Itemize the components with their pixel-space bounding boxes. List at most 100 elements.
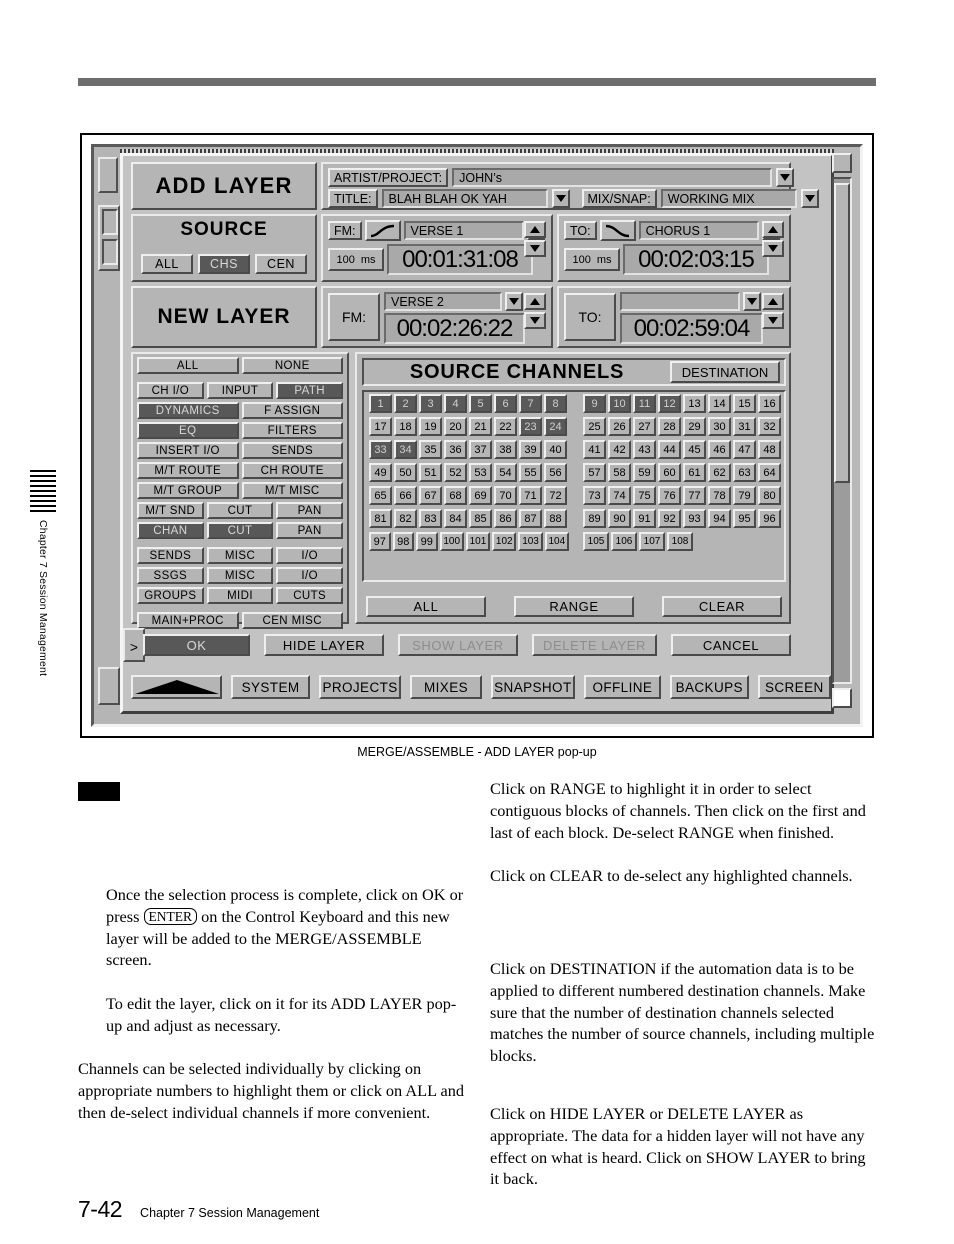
new-layer-from-cue[interactable]: VERSE 2 [384, 292, 502, 311]
source-to-cue[interactable]: CHORUS 1 [638, 221, 759, 240]
channel-button-12[interactable]: 12 [658, 394, 681, 413]
channel-button-25[interactable]: 25 [583, 417, 606, 436]
channel-button-28[interactable]: 28 [658, 417, 681, 436]
automation-type-filters[interactable]: FILTERS [241, 422, 343, 439]
channel-button-53[interactable]: 53 [469, 463, 492, 482]
channel-button-36[interactable]: 36 [444, 440, 467, 459]
automation-type-cuts[interactable]: CUTS [276, 587, 344, 604]
channel-button-95[interactable]: 95 [733, 509, 756, 528]
channel-button-19[interactable]: 19 [419, 417, 442, 436]
channel-button-66[interactable]: 66 [394, 486, 417, 505]
channel-button-104[interactable]: 104 [544, 532, 569, 551]
automation-type-main-proc[interactable]: MAIN+PROC [137, 612, 239, 629]
channel-button-32[interactable]: 32 [758, 417, 781, 436]
scrollbar-thumb[interactable] [834, 183, 850, 483]
channel-button-29[interactable]: 29 [683, 417, 706, 436]
automation-type-m-t-misc[interactable]: M/T MISC [241, 482, 343, 499]
channel-button-68[interactable]: 68 [444, 486, 467, 505]
channel-button-105[interactable]: 105 [583, 532, 609, 551]
automation-type-none[interactable]: NONE [241, 357, 343, 374]
channel-button-38[interactable]: 38 [494, 440, 517, 459]
channel-button-106[interactable]: 106 [611, 532, 637, 551]
source-mode-all[interactable]: ALL [141, 254, 193, 274]
channel-button-30[interactable]: 30 [708, 417, 731, 436]
channel-button-2[interactable]: 2 [394, 394, 417, 413]
channel-button-83[interactable]: 83 [419, 509, 442, 528]
channel-button-81[interactable]: 81 [369, 509, 392, 528]
mixsnap-dropdown-icon[interactable] [800, 189, 819, 208]
artist-project-value[interactable]: JOHN’s [452, 168, 773, 187]
channel-button-21[interactable]: 21 [469, 417, 492, 436]
background-knob-1-icon[interactable] [102, 209, 118, 235]
channel-button-23[interactable]: 23 [519, 417, 542, 436]
channel-button-18[interactable]: 18 [394, 417, 417, 436]
channel-button-91[interactable]: 91 [633, 509, 656, 528]
channels-range-button[interactable]: RANGE [514, 596, 634, 617]
channel-button-100[interactable]: 100 [439, 532, 464, 551]
nav-up-button[interactable] [131, 675, 223, 699]
automation-type-i-o[interactable]: I/O [276, 547, 344, 564]
channel-button-6[interactable]: 6 [494, 394, 517, 413]
channel-button-64[interactable]: 64 [758, 463, 781, 482]
channel-button-58[interactable]: 58 [608, 463, 631, 482]
automation-type-m-t-group[interactable]: M/T GROUP [137, 482, 239, 499]
automation-type-i-o[interactable]: I/O [276, 567, 344, 584]
channel-button-34[interactable]: 34 [394, 440, 417, 459]
source-mode-chs[interactable]: CHS [198, 254, 250, 274]
channel-button-37[interactable]: 37 [469, 440, 492, 459]
new-layer-to-cue[interactable] [620, 292, 740, 311]
cancel-button[interactable]: CANCEL [671, 634, 791, 656]
channel-button-102[interactable]: 102 [492, 532, 517, 551]
automation-type-sends[interactable]: SENDS [137, 547, 204, 564]
channel-button-61[interactable]: 61 [683, 463, 706, 482]
channel-button-42[interactable]: 42 [608, 440, 631, 459]
channel-button-56[interactable]: 56 [544, 463, 567, 482]
channel-button-90[interactable]: 90 [608, 509, 631, 528]
channel-button-82[interactable]: 82 [394, 509, 417, 528]
show-layer-button[interactable]: SHOW LAYER [398, 634, 518, 656]
channel-button-54[interactable]: 54 [494, 463, 517, 482]
new-layer-to-increment-icon[interactable] [762, 293, 784, 310]
destination-button[interactable]: DESTINATION [670, 361, 780, 383]
channel-button-8[interactable]: 8 [544, 394, 567, 413]
automation-type-m-t-route[interactable]: M/T ROUTE [137, 462, 239, 479]
channel-button-74[interactable]: 74 [608, 486, 631, 505]
channel-button-45[interactable]: 45 [683, 440, 706, 459]
channel-button-97[interactable]: 97 [369, 532, 391, 551]
background-widget-1[interactable] [98, 157, 118, 193]
new-layer-from-decrement-icon[interactable] [524, 312, 546, 329]
channel-button-31[interactable]: 31 [733, 417, 756, 436]
nav-offline-button[interactable]: OFFLINE [583, 675, 661, 699]
source-from-cue[interactable]: VERSE 1 [403, 221, 524, 240]
channel-button-92[interactable]: 92 [658, 509, 681, 528]
channel-button-48[interactable]: 48 [758, 440, 781, 459]
nav-system-button[interactable]: SYSTEM [231, 675, 310, 699]
nav-snapshot-button[interactable]: SNAPSHOT [490, 675, 575, 699]
channel-button-24[interactable]: 24 [544, 417, 567, 436]
automation-type-midi[interactable]: MIDI [206, 587, 274, 604]
automation-type-cut[interactable]: CUT [206, 502, 274, 519]
channel-button-99[interactable]: 99 [416, 532, 438, 551]
channel-button-65[interactable]: 65 [369, 486, 392, 505]
channel-button-75[interactable]: 75 [633, 486, 656, 505]
channel-button-62[interactable]: 62 [708, 463, 731, 482]
automation-type-ssgs[interactable]: SSGS [137, 567, 204, 584]
source-from-timecode[interactable]: 00:01:31:08 [387, 244, 533, 275]
channel-button-16[interactable]: 16 [758, 394, 781, 413]
channel-button-13[interactable]: 13 [683, 394, 706, 413]
background-widget-3[interactable] [98, 667, 120, 705]
fade-out-curve-icon[interactable] [599, 220, 636, 241]
channel-button-5[interactable]: 5 [469, 394, 492, 413]
ok-button[interactable]: OK [143, 634, 251, 656]
channel-button-103[interactable]: 103 [518, 532, 543, 551]
channel-button-52[interactable]: 52 [444, 463, 467, 482]
channel-button-10[interactable]: 10 [608, 394, 631, 413]
channel-button-79[interactable]: 79 [733, 486, 756, 505]
source-to-timecode[interactable]: 00:02:03:15 [623, 244, 769, 275]
automation-type-cut[interactable]: CUT [206, 522, 274, 539]
channel-button-88[interactable]: 88 [544, 509, 567, 528]
automation-type-input[interactable]: INPUT [206, 382, 274, 399]
channel-button-71[interactable]: 71 [519, 486, 542, 505]
new-layer-from-increment-icon[interactable] [524, 293, 546, 310]
channel-button-39[interactable]: 39 [519, 440, 542, 459]
